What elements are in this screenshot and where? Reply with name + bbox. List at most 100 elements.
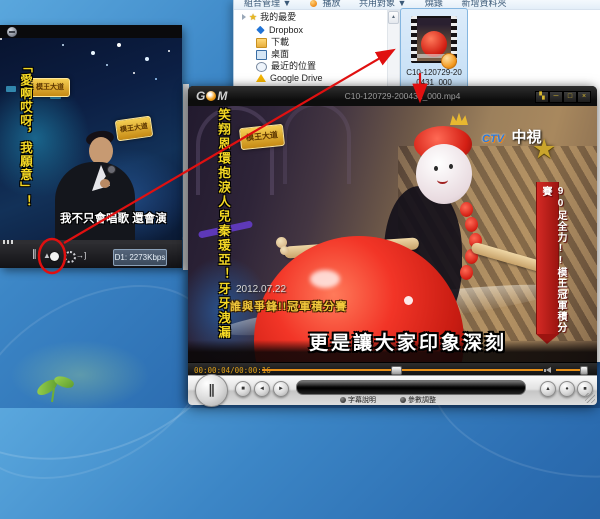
- clock-icon: [256, 62, 267, 72]
- sidebar-item-label: Dropbox: [269, 25, 303, 35]
- channel-logo-latin: CTV: [482, 133, 504, 145]
- previous-button[interactable]: ◄: [254, 381, 270, 397]
- balloon-twist: [460, 265, 473, 280]
- player-overlay-icon: [441, 53, 457, 69]
- sidebar-item-downloads[interactable]: 下載: [256, 37, 289, 49]
- sidebar-item-desktop[interactable]: 桌面: [256, 49, 289, 61]
- sidebar-item-google-drive[interactable]: Google Drive: [256, 73, 323, 85]
- sidebar-item-label: 桌面: [271, 49, 289, 59]
- bitrate-badge: D1: 2273Kbps: [113, 249, 167, 266]
- sidebar-item-label: 最近的位置: [271, 61, 316, 71]
- clown-head-balloon: [416, 144, 472, 204]
- show-logo-badge: 模王大道: [239, 124, 285, 150]
- sidebar-item-label: 下載: [271, 37, 289, 47]
- play-icon: [310, 0, 317, 7]
- microphone-head: [107, 165, 116, 174]
- crown-icon: [450, 112, 468, 125]
- desktop-glow: [10, 340, 150, 410]
- volume-handle[interactable]: [580, 366, 588, 375]
- star-badge-icon: ★: [532, 134, 556, 165]
- left-vertical-caption: 笑翔恩環抱淚人兒秦瑗亞！牙牙洩漏: [214, 108, 233, 360]
- panel-toggle-button[interactable]: ▚: [535, 91, 549, 103]
- toolbar-item-share[interactable]: 共用對象 ▼: [359, 0, 406, 8]
- clown-mouth: [437, 176, 448, 184]
- file-item-selected[interactable]: C10-120729-20 0431_000: [400, 8, 468, 95]
- sidebar-item-recent-places[interactable]: 最近的位置: [256, 61, 316, 73]
- recorder-control-bar: ∥ ▲ →] D1: 2273Kbps: [0, 244, 182, 268]
- expander-icon[interactable]: [242, 14, 246, 20]
- minimize-button[interactable]: ─: [549, 91, 563, 103]
- dropbox-icon: [256, 26, 264, 34]
- parameter-adjust-icon: [400, 397, 406, 403]
- gom-window-title: C10-120729-200431_000.mp4: [278, 91, 527, 101]
- pause-button[interactable]: ∥: [32, 248, 37, 262]
- recorder-video-area: 模王大道 模王大道 「愛啊哎呀，我願意」！ 我不只會唱歌 還會演: [0, 38, 182, 240]
- resize-grip[interactable]: [585, 393, 595, 403]
- toolbar-item-play[interactable]: 播放: [322, 0, 340, 8]
- date-stamp: 2012.07.22: [236, 284, 286, 295]
- sidebar-item-favorites[interactable]: ★我的最愛: [242, 12, 296, 24]
- gom-seek-strip: 00:00:04/00:00:16: [188, 362, 597, 376]
- seek-handle[interactable]: [391, 366, 402, 375]
- recorder-titlebar[interactable]: [0, 25, 182, 38]
- desktop-monitor-icon: [256, 50, 267, 60]
- sidebar-item-label: Google Drive: [270, 73, 323, 83]
- playlist-display[interactable]: [296, 380, 526, 395]
- singer-body: [55, 162, 135, 240]
- balloon-highlight: [404, 296, 413, 305]
- pause-button[interactable]: ∥: [195, 374, 228, 407]
- file-name-line1: C10-120729-20: [401, 68, 467, 77]
- record-button[interactable]: [50, 252, 59, 261]
- playlist-button[interactable]: ●: [559, 381, 575, 397]
- balloon-hand: [280, 246, 289, 255]
- stage-arch: [283, 106, 351, 184]
- app-globe-icon: [7, 27, 17, 37]
- speaker-icon: [546, 367, 551, 373]
- close-button[interactable]: ×: [577, 91, 591, 103]
- google-drive-icon: [256, 74, 266, 82]
- gom-logo-o-icon: [206, 91, 216, 101]
- settings-gear-icon[interactable]: [64, 251, 76, 263]
- led-panel: [6, 86, 16, 92]
- banner-vertical-text: 90足全力!!模王冠軍積分賽: [538, 186, 568, 334]
- subtitle-info-button[interactable]: 字幕說明: [340, 395, 376, 405]
- seek-bar[interactable]: [262, 369, 543, 371]
- clown-eye: [434, 166, 438, 171]
- balloon-twist: [465, 217, 478, 232]
- gold-caption: 誰與爭鋒!!冠軍積分賽: [230, 298, 347, 314]
- gom-player-window: GM C10-120729-200431_000.mp4 ▚ ─ □ ×: [188, 86, 597, 404]
- singer-face: [89, 137, 113, 165]
- vertical-caption: 「愛啊哎呀，我願意」！: [16, 60, 35, 212]
- toolbar-item-organize[interactable]: 組合管理 ▼: [244, 0, 291, 8]
- gom-video-area[interactable]: 模王大道 CTV 中視 ★ 90足全力!!模王冠軍積分賽 笑翔恩環抱淚人兒秦瑗亞…: [188, 106, 597, 362]
- toolbar-item-burn[interactable]: 燒錄: [425, 0, 443, 8]
- video-recorder-window: 模王大道 模王大道 「愛啊哎呀，我願意」！ 我不只會唱歌 還會演 ∥ ▲ →] …: [0, 25, 182, 268]
- exit-button[interactable]: →]: [76, 249, 86, 263]
- gom-titlebar[interactable]: GM C10-120729-200431_000.mp4 ▚ ─ □ ×: [188, 86, 597, 107]
- favorites-star-icon: ★: [249, 12, 257, 23]
- balloon-highlight: [310, 270, 340, 288]
- gom-control-bar: ∥ ■ ◄ ► 字幕說明 參數調整 ▲ ● ■: [188, 375, 597, 405]
- clown-eye: [449, 164, 453, 169]
- gom-logo: GM: [196, 89, 227, 103]
- show-logo-badge: 模王大道: [115, 116, 154, 142]
- parameter-adjust-button[interactable]: 參數調整: [400, 395, 436, 405]
- subtitle-info-icon: [340, 397, 346, 403]
- gom-subtitle: 更是讓大家印象深刻: [258, 328, 558, 355]
- scroll-up-button[interactable]: ▲: [388, 11, 399, 24]
- balloon-twist: [460, 202, 473, 217]
- stage-arch: [196, 106, 274, 195]
- recorder-subtitle: 我不只會唱歌 還會演: [60, 210, 182, 226]
- stage-lights: [0, 38, 2, 40]
- stop-button[interactable]: ■: [235, 381, 251, 397]
- show-logo-badge: 模王大道: [30, 78, 70, 97]
- open-button[interactable]: ▲: [540, 381, 556, 397]
- maximize-button[interactable]: □: [563, 91, 577, 103]
- singer-hand: [100, 179, 110, 188]
- sidebar-item-dropbox[interactable]: Dropbox: [256, 25, 303, 37]
- time-display: 00:00:04/00:00:16: [194, 366, 271, 375]
- toolbar-item-new-folder[interactable]: 新增資料夾: [461, 0, 506, 8]
- downloads-folder-icon: [256, 38, 267, 48]
- next-button[interactable]: ►: [273, 381, 289, 397]
- sidebar-item-label: 我的最愛: [260, 12, 296, 22]
